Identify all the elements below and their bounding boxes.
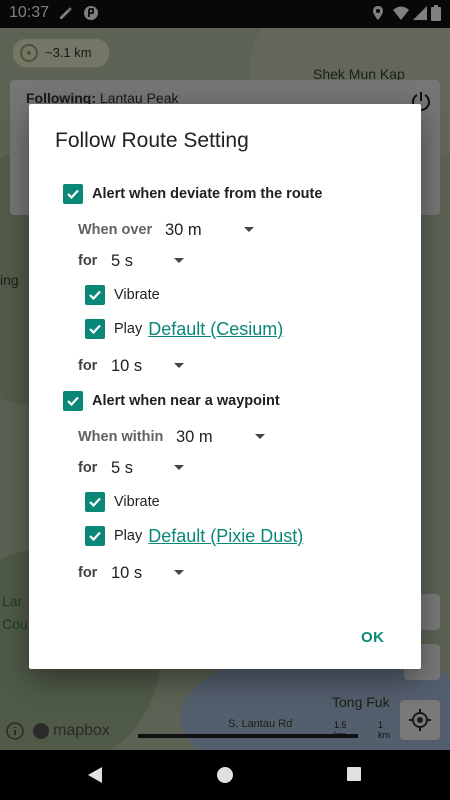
checkmark-icon bbox=[89, 290, 101, 301]
deviate-vibrate-row[interactable]: Vibrate bbox=[85, 281, 160, 309]
waypoint-repeat-value: 10 s bbox=[111, 563, 143, 582]
checkmark-icon bbox=[67, 396, 79, 407]
home-icon[interactable] bbox=[216, 766, 234, 784]
waypoint-play-label: Play bbox=[114, 528, 143, 544]
waypoint-duration-value: 5 s bbox=[111, 458, 134, 477]
deviate-alert-row[interactable]: Alert when deviate from the route bbox=[63, 180, 322, 208]
deviate-play-checkbox[interactable] bbox=[85, 319, 105, 339]
waypoint-repeat-spinner[interactable]: 10 s bbox=[111, 561, 191, 585]
waypoint-vibrate-label: Vibrate bbox=[114, 494, 160, 510]
waypoint-play-checkbox[interactable] bbox=[85, 526, 105, 546]
dropdown-caret-icon bbox=[174, 258, 184, 263]
waypoint-vibrate-row[interactable]: Vibrate bbox=[85, 488, 160, 516]
deviate-duration-spinner[interactable]: 5 s bbox=[111, 249, 186, 273]
checkmark-icon bbox=[89, 531, 101, 542]
waypoint-duration-label: for bbox=[78, 460, 98, 476]
deviate-alert-label: Alert when deviate from the route bbox=[92, 186, 323, 202]
dropdown-caret-icon bbox=[244, 227, 254, 232]
deviate-vibrate-label: Vibrate bbox=[114, 287, 160, 303]
waypoint-distance-spinner[interactable]: 30 m bbox=[176, 425, 268, 449]
checkmark-icon bbox=[89, 324, 101, 335]
deviate-repeat-spinner[interactable]: 10 s bbox=[111, 354, 191, 378]
checkmark-icon bbox=[89, 497, 101, 508]
waypoint-alert-label: Alert when near a waypoint bbox=[92, 393, 280, 409]
deviate-duration-label: for bbox=[78, 253, 98, 269]
checkmark-icon bbox=[67, 189, 79, 200]
deviate-distance-spinner[interactable]: 30 m bbox=[165, 218, 257, 242]
dropdown-caret-icon bbox=[174, 363, 184, 368]
deviate-alert-checkbox[interactable] bbox=[63, 184, 83, 204]
waypoint-alert-checkbox[interactable] bbox=[63, 391, 83, 411]
deviate-repeat-value: 10 s bbox=[111, 356, 143, 375]
waypoint-repeat-label: for bbox=[78, 565, 98, 581]
deviate-sound-link[interactable]: Default (Cesium) bbox=[148, 319, 283, 340]
waypoint-sound-link[interactable]: Default (Pixie Dust) bbox=[148, 526, 303, 547]
navigation-bar bbox=[0, 750, 450, 800]
waypoint-play-row[interactable]: Play Default (Pixie Dust) bbox=[85, 522, 303, 550]
waypoint-distance-value: 30 m bbox=[176, 427, 213, 446]
dialog-title: Follow Route Setting bbox=[55, 129, 249, 152]
deviate-distance-value: 30 m bbox=[165, 220, 202, 239]
when-over-label: When over bbox=[78, 222, 153, 238]
ok-button[interactable]: OK bbox=[361, 629, 385, 646]
waypoint-vibrate-checkbox[interactable] bbox=[85, 492, 105, 512]
deviate-vibrate-checkbox[interactable] bbox=[85, 285, 105, 305]
deviate-play-row[interactable]: Play Default (Cesium) bbox=[85, 315, 283, 343]
when-within-label: When within bbox=[78, 429, 164, 445]
recents-icon[interactable] bbox=[346, 766, 362, 782]
deviate-duration-value: 5 s bbox=[111, 251, 134, 270]
waypoint-alert-row[interactable]: Alert when near a waypoint bbox=[63, 387, 280, 415]
back-icon[interactable] bbox=[86, 766, 104, 784]
dropdown-caret-icon bbox=[174, 465, 184, 470]
dropdown-caret-icon bbox=[174, 570, 184, 575]
deviate-play-label: Play bbox=[114, 321, 143, 337]
deviate-repeat-label: for bbox=[78, 358, 98, 374]
dropdown-caret-icon bbox=[255, 434, 265, 439]
follow-route-dialog: Follow Route Setting Alert when deviate … bbox=[29, 104, 421, 669]
waypoint-duration-spinner[interactable]: 5 s bbox=[111, 456, 186, 480]
